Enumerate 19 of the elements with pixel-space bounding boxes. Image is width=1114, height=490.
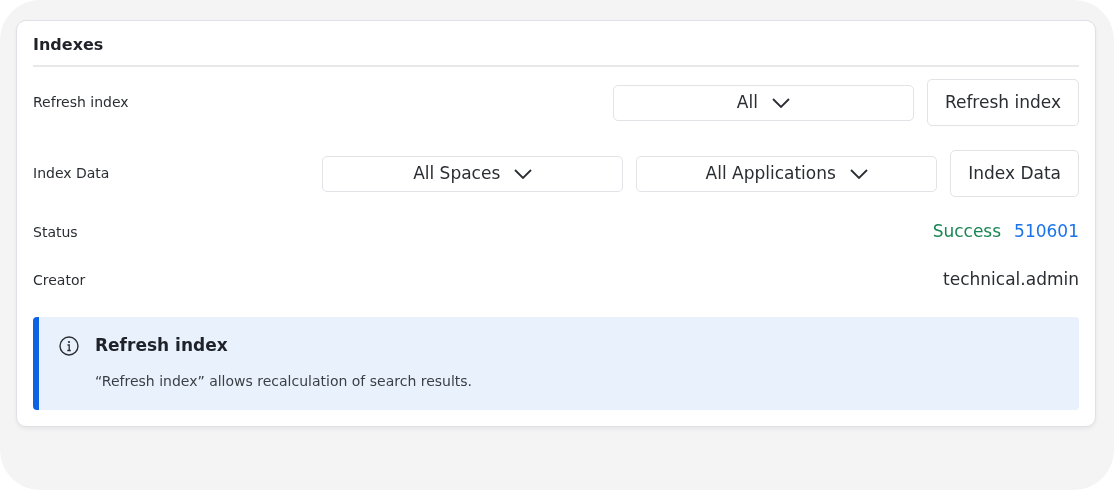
- callout-text: “Refresh index” allows recalculation of search results.: [95, 371, 474, 391]
- field-label: Status: [33, 222, 78, 242]
- chevron-down-icon: [514, 168, 533, 179]
- panel-title: Indexes: [33, 35, 1079, 68]
- chevron-down-icon: [849, 168, 868, 179]
- action-button[interactable]: Index Data: [950, 150, 1079, 198]
- dropdown[interactable]: All: [612, 84, 914, 121]
- dropdown[interactable]: All Spaces: [322, 155, 624, 192]
- callout-title: Refresh index: [95, 334, 228, 358]
- field-label: Index Data: [33, 164, 110, 184]
- info-icon: [59, 335, 79, 356]
- dropdown[interactable]: All Applications: [636, 155, 938, 192]
- field-label: Creator: [33, 270, 86, 290]
- job-link[interactable]: 510601: [1014, 219, 1079, 245]
- creator-value: technical.admin: [943, 268, 1079, 292]
- chevron-down-icon: [771, 97, 790, 108]
- status-text: Success: [932, 220, 1002, 244]
- action-button[interactable]: Refresh index: [926, 79, 1079, 127]
- field-label: Refresh index: [33, 93, 129, 113]
